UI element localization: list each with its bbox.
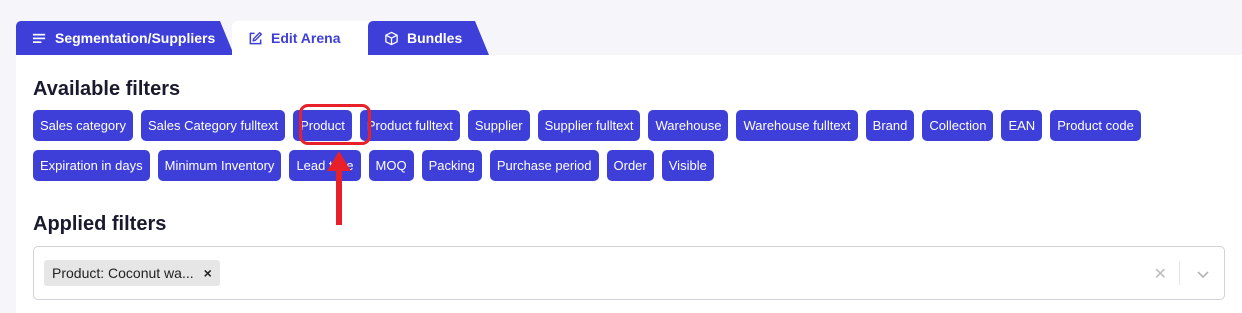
applied-filter-tag: Product: Coconut wa... × xyxy=(44,260,220,286)
applied-filters-select[interactable]: Product: Coconut wa... × ✕ xyxy=(33,246,1225,300)
filter-chip[interactable]: Sales category xyxy=(33,110,133,141)
filter-chip[interactable]: Brand xyxy=(865,110,915,141)
tab-bar: Segmentation/Suppliers Edit Arena Bundle… xyxy=(16,21,616,55)
remove-tag-icon[interactable]: × xyxy=(204,265,212,281)
edit-icon xyxy=(249,31,263,44)
filter-chip[interactable]: Sales Category fulltext xyxy=(141,110,286,141)
filter-chip[interactable]: EAN xyxy=(1001,110,1043,141)
filter-chip[interactable]: Purchase period xyxy=(489,150,599,181)
tab-bundles[interactable]: Bundles xyxy=(368,21,489,55)
applied-filter-tag-label: Product: Coconut wa... xyxy=(52,265,194,281)
edit-arena-panel: Available filters Sales category Sales C… xyxy=(16,55,1242,313)
available-filters-row-1: Sales category Sales Category fulltext P… xyxy=(33,110,1233,141)
filter-chip[interactable]: Expiration in days xyxy=(33,150,150,181)
filter-chip[interactable]: Minimum Inventory xyxy=(157,150,282,181)
filter-chip[interactable]: Visible xyxy=(661,150,714,181)
clear-all-icon[interactable]: ✕ xyxy=(1154,264,1167,284)
filter-chip[interactable]: Warehouse xyxy=(648,110,729,141)
applied-filters-title: Applied filters xyxy=(33,213,167,235)
filter-chip[interactable]: Packing xyxy=(421,150,482,181)
tab-segmentation-suppliers[interactable]: Segmentation/Suppliers xyxy=(16,21,234,55)
filter-chip[interactable]: Supplier fulltext xyxy=(537,110,641,141)
filter-chip[interactable]: Product code xyxy=(1050,110,1141,141)
filter-chip[interactable]: Product fulltext xyxy=(359,110,460,141)
chevron-down-icon[interactable] xyxy=(1196,267,1210,281)
available-filters-title: Available filters xyxy=(33,78,181,100)
filter-chip[interactable]: MOQ xyxy=(368,150,414,181)
divider xyxy=(1179,261,1180,285)
tab-label: Segmentation/Suppliers xyxy=(55,30,216,46)
tab-label: Bundles xyxy=(407,30,463,46)
filter-chip[interactable]: Collection xyxy=(922,110,994,141)
filter-chip[interactable]: Lead time xyxy=(289,150,361,181)
filter-chip[interactable]: Warehouse fulltext xyxy=(736,110,858,141)
filter-chip[interactable]: Order xyxy=(606,150,654,181)
filter-chip-product[interactable]: Product xyxy=(293,110,352,141)
tab-label: Edit Arena xyxy=(271,30,341,46)
available-filters-row-2: Expiration in days Minimum Inventory Lea… xyxy=(33,150,1233,181)
tab-edit-arena[interactable]: Edit Arena xyxy=(232,21,374,55)
filter-chip[interactable]: Supplier xyxy=(467,110,530,141)
box-icon xyxy=(384,31,399,46)
list-icon xyxy=(32,31,47,46)
